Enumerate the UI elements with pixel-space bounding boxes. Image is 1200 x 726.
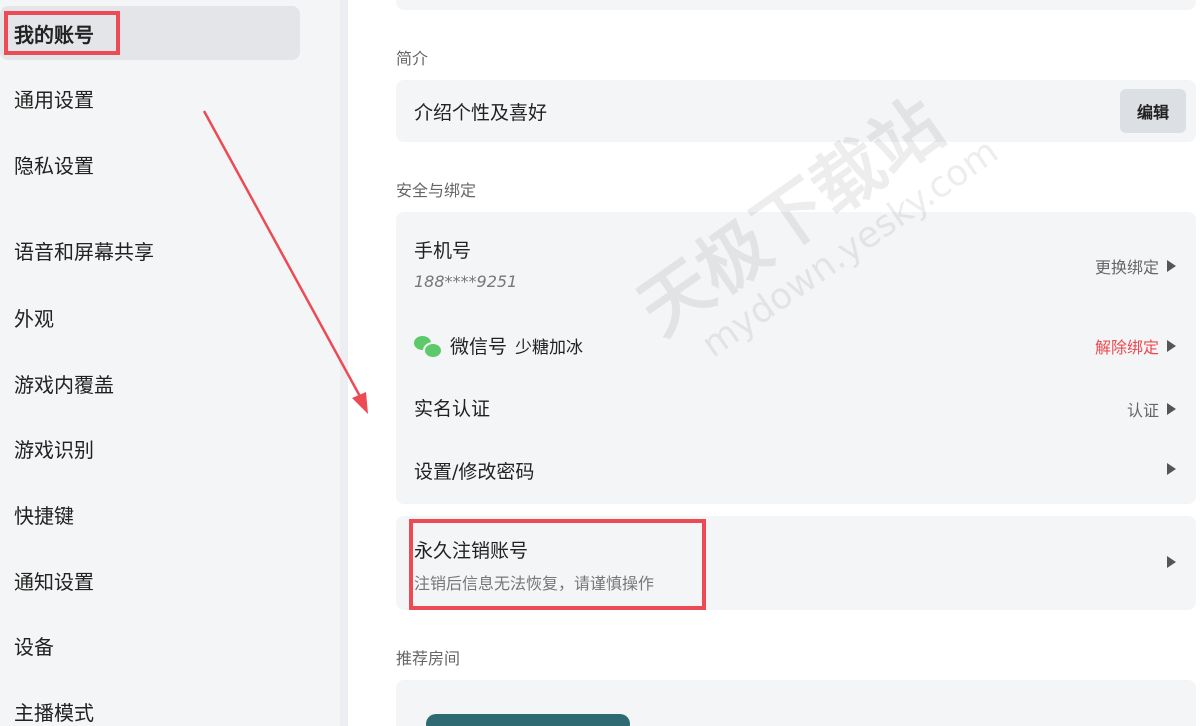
intro-card: 介绍个性及喜好 编辑 [396,80,1196,142]
realname-verify[interactable]: 认证 [1127,397,1176,421]
sidebar-item-my-account[interactable]: 我的账号 [0,6,300,60]
sidebar-item-devices[interactable]: 设备 [0,618,300,672]
delete-account-row[interactable]: 永久注销账号 注销后信息无法恢复，请谨慎操作 [396,516,1196,610]
chevron-right-icon [1167,340,1176,352]
realname-title: 实名认证 [414,398,491,420]
change-phone-binding[interactable]: 更换绑定 [1095,254,1176,278]
phone-title: 手机号 [414,240,472,262]
wechat-title: 微信号 [450,336,508,358]
settings-window: 我的账号 通用设置 隐私设置 语音和屏幕共享 外观 游戏内覆盖 游戏识别 快捷键… [0,0,1200,726]
delete-account-title: 永久注销账号 [414,540,529,562]
sidebar-item-notification-settings[interactable]: 通知设置 [0,553,300,607]
settings-sidebar: 我的账号 通用设置 隐私设置 语音和屏幕共享 外观 游戏内覆盖 游戏识别 快捷键… [0,0,340,726]
sidebar-item-label: 主播模式 [14,700,94,725]
sidebar-item-voice-screen-share[interactable]: 语音和屏幕共享 [0,223,300,277]
recommend-section-label: 推荐房间 [396,649,461,668]
password-title: 设置/修改密码 [414,461,535,483]
sidebar-item-label: 隐私设置 [14,153,94,178]
recommended-room-button[interactable] [426,714,630,726]
recommend-card [396,680,1196,726]
change-binding-label: 更换绑定 [1094,258,1159,277]
unbind-label: 解除绑定 [1094,338,1159,357]
edit-intro-label: 编辑 [1136,103,1169,122]
sidebar-item-label: 游戏识别 [14,437,94,462]
chevron-right-icon [1167,403,1176,415]
sidebar-item-label: 语音和屏幕共享 [14,239,154,264]
edit-intro-button[interactable]: 编辑 [1120,89,1186,133]
sidebar-divider [340,0,348,726]
sidebar-item-appearance[interactable]: 外观 [0,290,300,344]
sidebar-item-label: 外观 [14,306,54,331]
sidebar-item-label: 设备 [14,634,54,659]
security-card: 手机号 188****9251 更换绑定 微信号 少糖加冰 解除绑定 实名认证 … [396,212,1196,504]
security-section-label: 安全与绑定 [396,181,477,200]
sidebar-item-label: 通知设置 [14,569,94,594]
unbind-wechat[interactable]: 解除绑定 [1095,334,1176,358]
wechat-icon [414,335,443,359]
delete-account-warning: 注销后信息无法恢复，请谨慎操作 [414,574,655,593]
chevron-right-icon [1167,463,1176,475]
intro-section-label: 简介 [396,49,429,68]
intro-placeholder: 介绍个性及喜好 [414,102,548,124]
sidebar-item-streamer-mode[interactable]: 主播模式 [0,684,300,726]
verify-label: 认证 [1126,401,1159,420]
account-settings-panel: 简介 介绍个性及喜好 编辑 安全与绑定 手机号 188****9251 更换绑定 [348,0,1200,726]
delete-account-chevron[interactable] [1167,556,1176,568]
sidebar-item-game-detection[interactable]: 游戏识别 [0,421,300,475]
sidebar-item-game-overlay[interactable]: 游戏内覆盖 [0,356,300,410]
sidebar-item-label: 通用设置 [14,87,94,112]
wechat-nickname: 少糖加冰 [515,338,584,358]
top-card-remnant [396,0,1196,10]
chevron-right-icon [1167,260,1176,272]
sidebar-item-general-settings[interactable]: 通用设置 [0,71,300,125]
sidebar-item-label: 我的账号 [14,22,94,47]
sidebar-item-label: 快捷键 [14,503,74,528]
sidebar-item-privacy-settings[interactable]: 隐私设置 [0,137,300,191]
chevron-right-icon [1167,556,1176,568]
password-chevron[interactable] [1167,463,1176,475]
phone-number: 188****9251 [414,272,518,291]
sidebar-item-hotkeys[interactable]: 快捷键 [0,487,300,541]
sidebar-item-label: 游戏内覆盖 [14,372,114,397]
